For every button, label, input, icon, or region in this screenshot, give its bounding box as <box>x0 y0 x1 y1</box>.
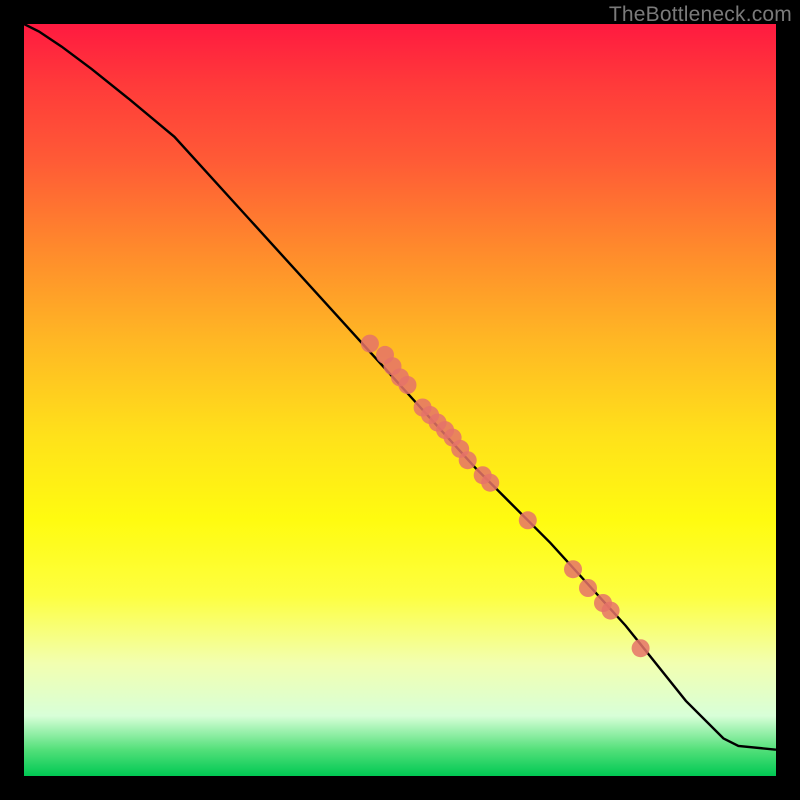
watermark-text: TheBottleneck.com <box>609 3 792 27</box>
data-point <box>564 560 582 578</box>
data-point <box>481 474 499 492</box>
chart-plot-area <box>24 24 776 776</box>
chart-svg <box>24 24 776 776</box>
highlighted-points-group <box>361 335 650 658</box>
chart-frame: TheBottleneck.com <box>0 0 800 800</box>
data-point <box>459 451 477 469</box>
data-point <box>602 602 620 620</box>
data-point <box>361 335 379 353</box>
data-point <box>519 511 537 529</box>
data-point <box>632 639 650 657</box>
data-point <box>579 579 597 597</box>
data-point <box>399 376 417 394</box>
